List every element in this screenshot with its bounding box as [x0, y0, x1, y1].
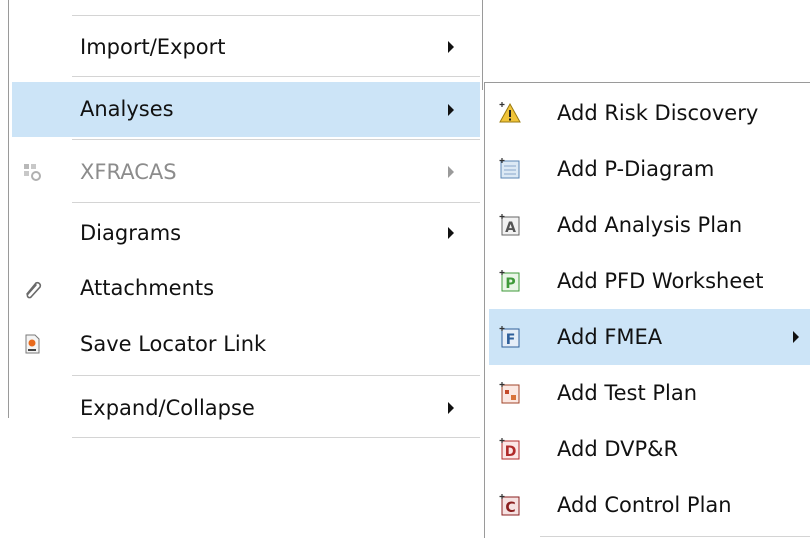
- menu-item-xfracas[interactable]: XFRACAS: [12, 145, 480, 199]
- icon-letter: C: [505, 500, 515, 516]
- menu-border-right: [482, 0, 483, 90]
- submenu-arrow-icon: [448, 402, 454, 414]
- menu-separator: [72, 76, 480, 77]
- submenu-arrow-icon: [448, 103, 454, 116]
- submenu-item-add-test-plan[interactable]: Add Test Plan: [489, 365, 810, 421]
- menu-separator: [72, 15, 480, 16]
- menu-item-label: Diagrams: [80, 221, 182, 245]
- submenu-item-add-risk-discovery[interactable]: Add Risk Discovery: [489, 85, 810, 141]
- menu-item-label: XFRACAS: [80, 160, 177, 184]
- analysis-plan-icon: A: [498, 213, 522, 237]
- menu-separator: [72, 437, 480, 438]
- menu-item-expand-collapse[interactable]: Expand/Collapse: [12, 381, 480, 435]
- icon-letter: A: [505, 220, 516, 236]
- menu-item-import-export[interactable]: Import/Export: [12, 20, 480, 74]
- menu-border-left: [8, 0, 9, 418]
- submenu-item-label: Add FMEA: [557, 325, 663, 349]
- menu-item-save-locator-link[interactable]: Save Locator Link: [12, 317, 480, 371]
- submenu-item-add-dvpr[interactable]: D Add DVP&R: [489, 421, 810, 477]
- icon-letter: D: [505, 444, 517, 460]
- submenu-item-add-fmea[interactable]: F Add FMEA: [489, 309, 810, 365]
- dvpr-icon: D: [498, 437, 522, 461]
- menu-item-label: Expand/Collapse: [80, 396, 255, 420]
- submenu-item-label: Add Analysis Plan: [557, 213, 743, 237]
- menu-item-analyses[interactable]: Analyses: [12, 82, 480, 137]
- submenu-item-label: Add PFD Worksheet: [557, 269, 764, 293]
- menu-item-label: Analyses: [80, 97, 174, 121]
- icon-letter: P: [505, 276, 515, 292]
- submenu-item-add-control-plan[interactable]: C Add Control Plan: [489, 477, 810, 533]
- context-menu: Import/Export Analyses XFRACAS Diagrams: [0, 0, 483, 538]
- fmea-icon: F: [498, 325, 522, 349]
- paperclip-icon: [21, 277, 43, 299]
- xfracas-icon: [21, 161, 43, 183]
- control-plan-icon: C: [498, 493, 522, 517]
- submenu-border-left: [484, 82, 485, 538]
- submenu-item-label: Add Test Plan: [557, 381, 698, 405]
- test-plan-icon: [498, 381, 522, 405]
- icon-letter: F: [506, 332, 516, 348]
- menu-separator: [72, 139, 480, 140]
- pfd-worksheet-icon: P: [498, 269, 522, 293]
- p-diagram-icon: [498, 157, 522, 181]
- menu-item-diagrams[interactable]: Diagrams: [12, 207, 480, 259]
- submenu-item-label: Add P-Diagram: [557, 157, 715, 181]
- menu-item-label: Import/Export: [80, 35, 226, 59]
- submenu-item-label: Add Control Plan: [557, 493, 732, 517]
- menu-separator: [72, 202, 480, 203]
- submenu-item-add-p-diagram[interactable]: Add P-Diagram: [489, 141, 810, 197]
- submenu-item-label: Add Risk Discovery: [557, 101, 759, 125]
- risk-discovery-icon: [498, 101, 522, 125]
- menu-separator: [540, 536, 810, 537]
- menu-item-label: Save Locator Link: [80, 332, 267, 356]
- menu-item-attachments[interactable]: Attachments: [12, 261, 480, 315]
- submenu-arrow-icon: [448, 166, 454, 178]
- menu-item-label: Attachments: [80, 276, 215, 300]
- submenu-item-label: Add DVP&R: [557, 437, 679, 461]
- locator-link-icon: [21, 333, 43, 355]
- submenu-arrow-icon: [793, 331, 799, 343]
- submenu-arrow-icon: [448, 227, 454, 239]
- submenu-item-add-analysis-plan[interactable]: A Add Analysis Plan: [489, 197, 810, 253]
- submenu-item-add-pfd-worksheet[interactable]: P Add PFD Worksheet: [489, 253, 810, 309]
- menu-separator: [72, 375, 480, 376]
- submenu-arrow-icon: [448, 41, 454, 53]
- submenu-border-top: [484, 82, 810, 83]
